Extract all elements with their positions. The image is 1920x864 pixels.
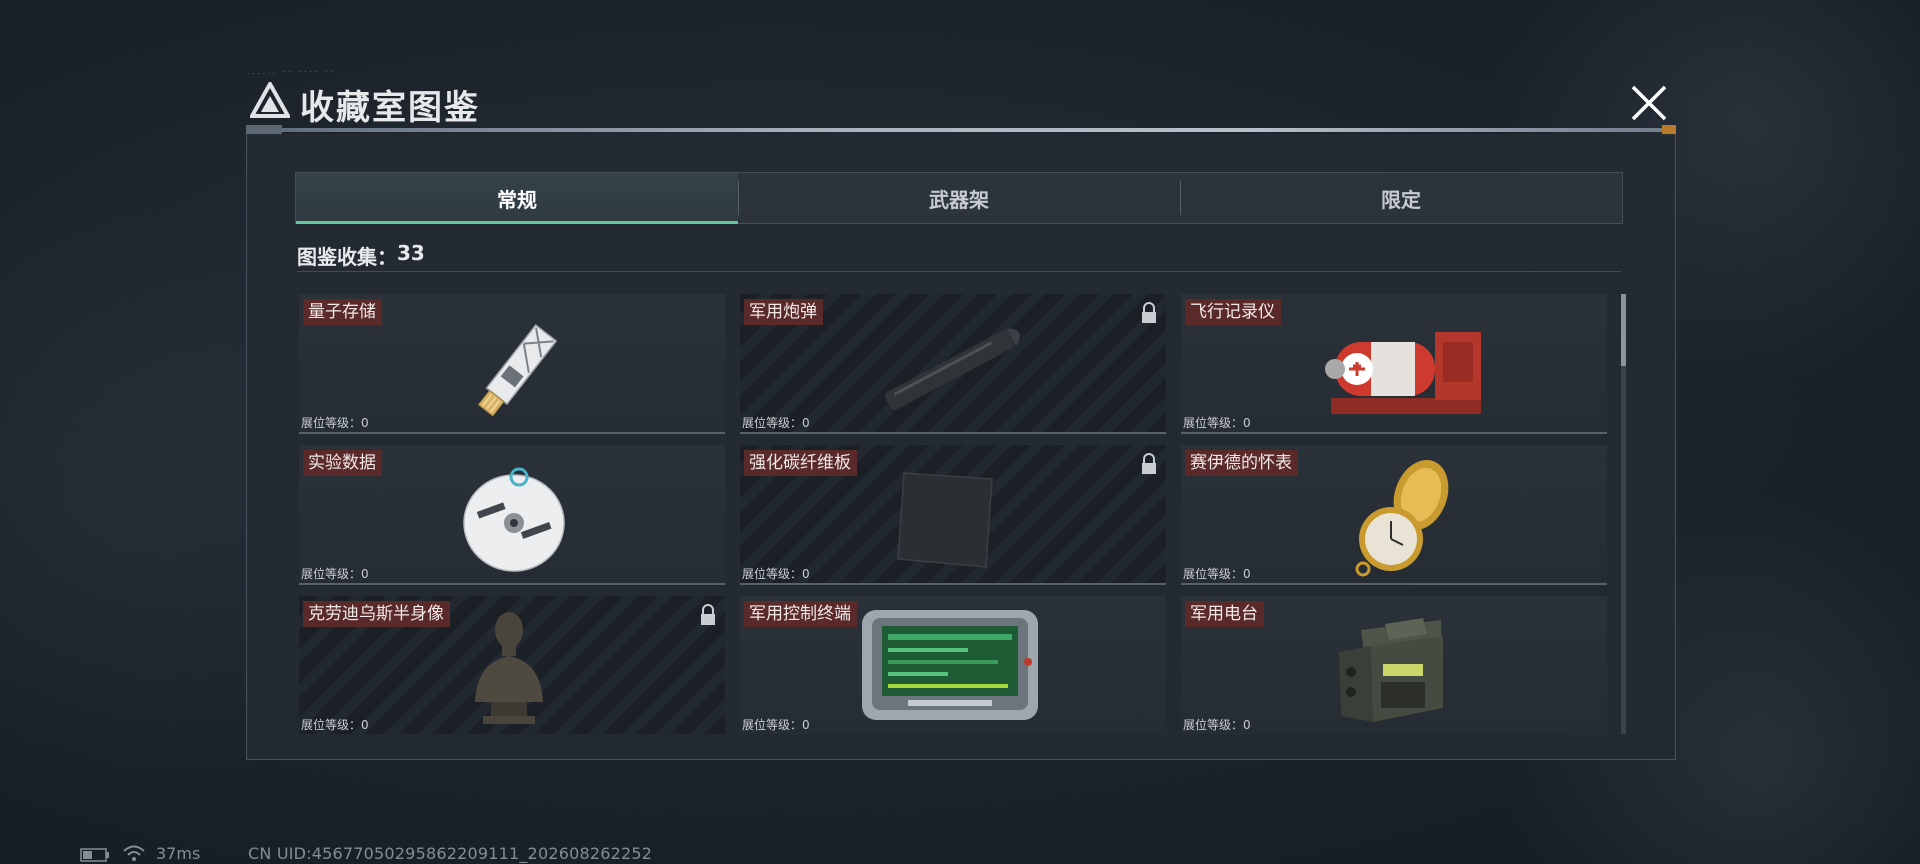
- header-divider: [246, 125, 1676, 135]
- battery-icon: [80, 848, 109, 862]
- item-name: 赛伊德的怀表: [1185, 450, 1298, 476]
- pocket-watch-icon: [1355, 460, 1449, 577]
- item-card-artillery-shell[interactable]: 军用炮弹 展位等级：0: [740, 294, 1166, 434]
- page-title: 收藏室图鉴: [300, 88, 480, 128]
- item-name: 军用炮弹: [744, 299, 823, 325]
- card-divider: [1181, 583, 1607, 585]
- card-divider: [299, 432, 725, 434]
- item-name: 军用控制终端: [744, 601, 857, 627]
- tab-weapon-rack[interactable]: 武器架: [738, 173, 1180, 223]
- item-name: 克劳迪乌斯半身像: [303, 601, 450, 627]
- card-divider: [740, 432, 1166, 434]
- tab-limited[interactable]: 限定: [1180, 173, 1622, 223]
- card-divider: [1181, 432, 1607, 434]
- item-name: 强化碳纤维板: [744, 450, 857, 476]
- item-card-military-radio[interactable]: 军用电台 展位等级：0: [1181, 596, 1607, 734]
- card-divider: [740, 583, 1166, 585]
- artillery-shell-icon: [885, 328, 1020, 410]
- collection-count-row: 图鉴收集：33: [297, 241, 1621, 272]
- control-terminal-icon: [862, 610, 1038, 720]
- item-level: 展位等级：0: [301, 416, 369, 430]
- item-name: 军用电台: [1185, 601, 1264, 627]
- collection-label: 图鉴收集：: [297, 245, 397, 269]
- item-card-quantum-storage[interactable]: 量子存储 展位等级：0: [299, 294, 725, 434]
- item-card-experiment-data[interactable]: 实验数据 展位等级：0: [299, 445, 725, 585]
- item-level: 展位等级：0: [742, 718, 810, 732]
- usb-drive-icon: [477, 323, 558, 417]
- item-card-control-terminal[interactable]: 军用控制终端 展位等级：0: [740, 596, 1166, 734]
- header: ...... ·· ···· ·· 收藏室图鉴: [246, 68, 1676, 130]
- bust-statue-icon: [475, 612, 543, 724]
- triangle-logo-icon: [250, 82, 290, 118]
- item-level: 展位等级：0: [301, 718, 369, 732]
- item-grid: 量子存储 展位等级：0 军用炮弹 展位等级：0 飞行记录仪 展位等级：0 实验数…: [299, 294, 1609, 734]
- item-card-pocket-watch[interactable]: 赛伊德的怀表 展位等级：0: [1181, 445, 1607, 585]
- lock-icon: [1142, 302, 1156, 323]
- item-level: 展位等级：0: [301, 567, 369, 581]
- grid-scrollbar[interactable]: [1621, 294, 1626, 734]
- item-level: 展位等级：0: [1183, 416, 1251, 430]
- item-name: 实验数据: [303, 450, 382, 476]
- military-radio-icon: [1339, 618, 1443, 722]
- flight-recorder-icon: [1325, 332, 1481, 414]
- wifi-icon: [123, 845, 145, 861]
- item-level: 展位等级：0: [1183, 567, 1251, 581]
- lock-icon: [701, 604, 715, 625]
- item-level: 展位等级：0: [742, 567, 810, 581]
- card-divider: [299, 583, 725, 585]
- item-level: 展位等级：0: [1183, 718, 1251, 732]
- uid-text: CN UID:4567705029586220911​1_20260826225…: [248, 844, 653, 863]
- item-name: 量子存储: [303, 299, 382, 325]
- lock-icon: [1142, 453, 1156, 474]
- scrollbar-thumb[interactable]: [1621, 294, 1626, 366]
- close-icon[interactable]: [1626, 80, 1672, 126]
- ping-text: 37ms: [156, 844, 201, 863]
- tab-regular[interactable]: 常规: [296, 173, 738, 224]
- item-level: 展位等级：0: [742, 416, 810, 430]
- header-tiny-text: ...... ·· ···· ··: [246, 68, 335, 76]
- tab-bar: 常规 武器架 限定: [295, 172, 1623, 224]
- collection-panel: 常规 武器架 限定 图鉴收集：33 量子存储 展位等级：0 军用炮弹 展位等级：…: [246, 134, 1676, 760]
- item-card-carbon-plate[interactable]: 强化碳纤维板 展位等级：0: [740, 445, 1166, 585]
- disc-icon: [463, 467, 565, 572]
- item-card-flight-recorder[interactable]: 飞行记录仪 展位等级：0: [1181, 294, 1607, 434]
- item-name: 飞行记录仪: [1185, 299, 1281, 325]
- carbon-plate-icon: [897, 472, 993, 568]
- item-card-claudius-bust[interactable]: 克劳迪乌斯半身像 展位等级：0: [299, 596, 725, 734]
- collection-count: 33: [397, 241, 425, 265]
